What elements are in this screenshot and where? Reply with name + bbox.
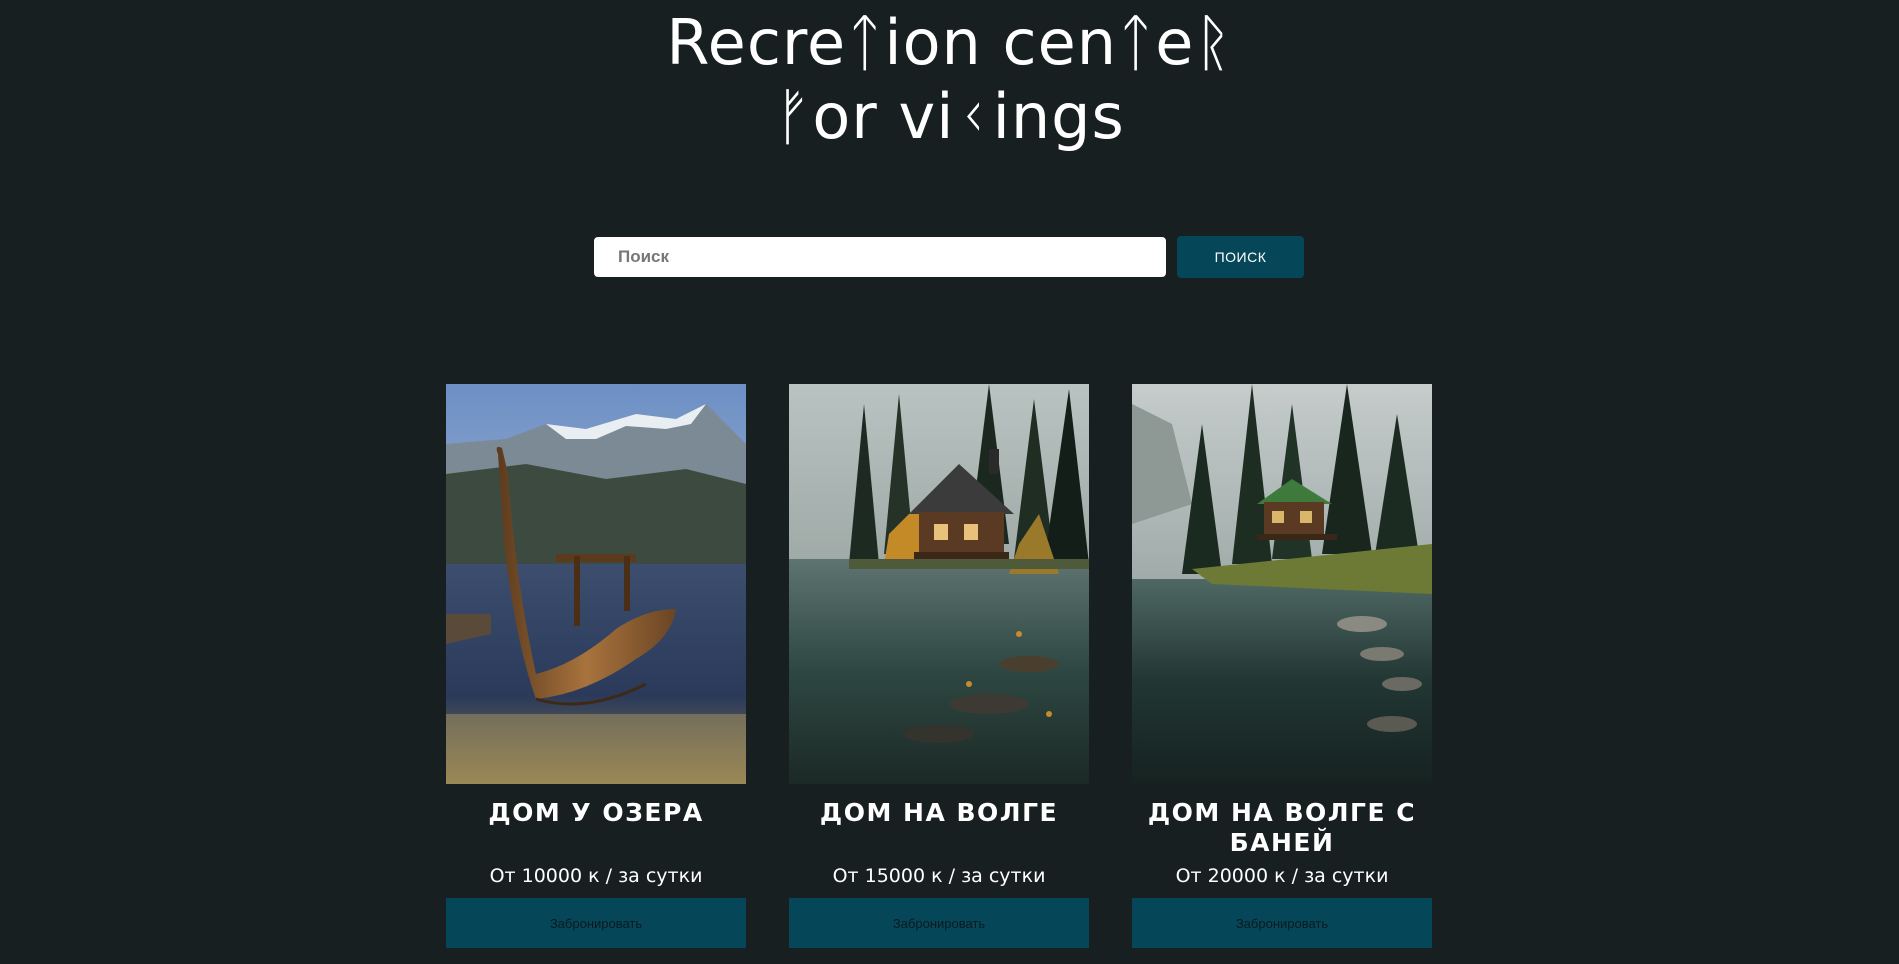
offer-card: ДОМ У ОЗЕРА От 10000 к / за сутки Заброн…	[446, 384, 746, 948]
search-bar: ПОИСК	[594, 236, 1304, 278]
card-title: ДОМ У ОЗЕРА	[488, 798, 704, 827]
card-title: ДОМ НА ВОЛГЕ	[819, 798, 1059, 827]
cabin-lake-image	[789, 384, 1089, 784]
book-button[interactable]: Забронировать	[789, 898, 1089, 948]
book-button[interactable]: Забронировать	[446, 898, 746, 948]
offer-card: ДОМ НА ВОЛГЕ От 15000 к / за сутки Забро…	[789, 384, 1089, 948]
card-image-house-sauna	[1132, 384, 1432, 784]
house-sauna-lake-image	[1132, 384, 1432, 784]
site-title: Recreᛏion cenᛏeᚱ ᚠor viᚲings	[0, 0, 1899, 154]
longship-lake-image	[446, 384, 746, 784]
card-price: От 20000 к / за сутки	[1175, 865, 1389, 887]
site-title-line-2: ᚠor viᚲings	[774, 80, 1125, 153]
search-button[interactable]: ПОИСК	[1177, 236, 1304, 278]
card-price: От 15000 к / за сутки	[832, 865, 1046, 887]
card-price: От 10000 к / за сутки	[489, 865, 703, 887]
search-input[interactable]	[594, 237, 1166, 277]
book-button[interactable]: Забронировать	[1132, 898, 1432, 948]
card-image-cabin	[789, 384, 1089, 784]
card-image-longship	[446, 384, 746, 784]
card-title: ДОМ НА ВОЛГЕ С БАНЕЙ	[1147, 798, 1417, 857]
site-title-line-1: Recreᛏion cenᛏeᚱ	[666, 6, 1233, 79]
offer-cards: ДОМ У ОЗЕРА От 10000 к / за сутки Заброн…	[446, 384, 1432, 948]
offer-card: ДОМ НА ВОЛГЕ С БАНЕЙ От 20000 к / за сут…	[1132, 384, 1432, 948]
site-header: Recreᛏion cenᛏeᚱ ᚠor viᚲings	[0, 0, 1899, 154]
